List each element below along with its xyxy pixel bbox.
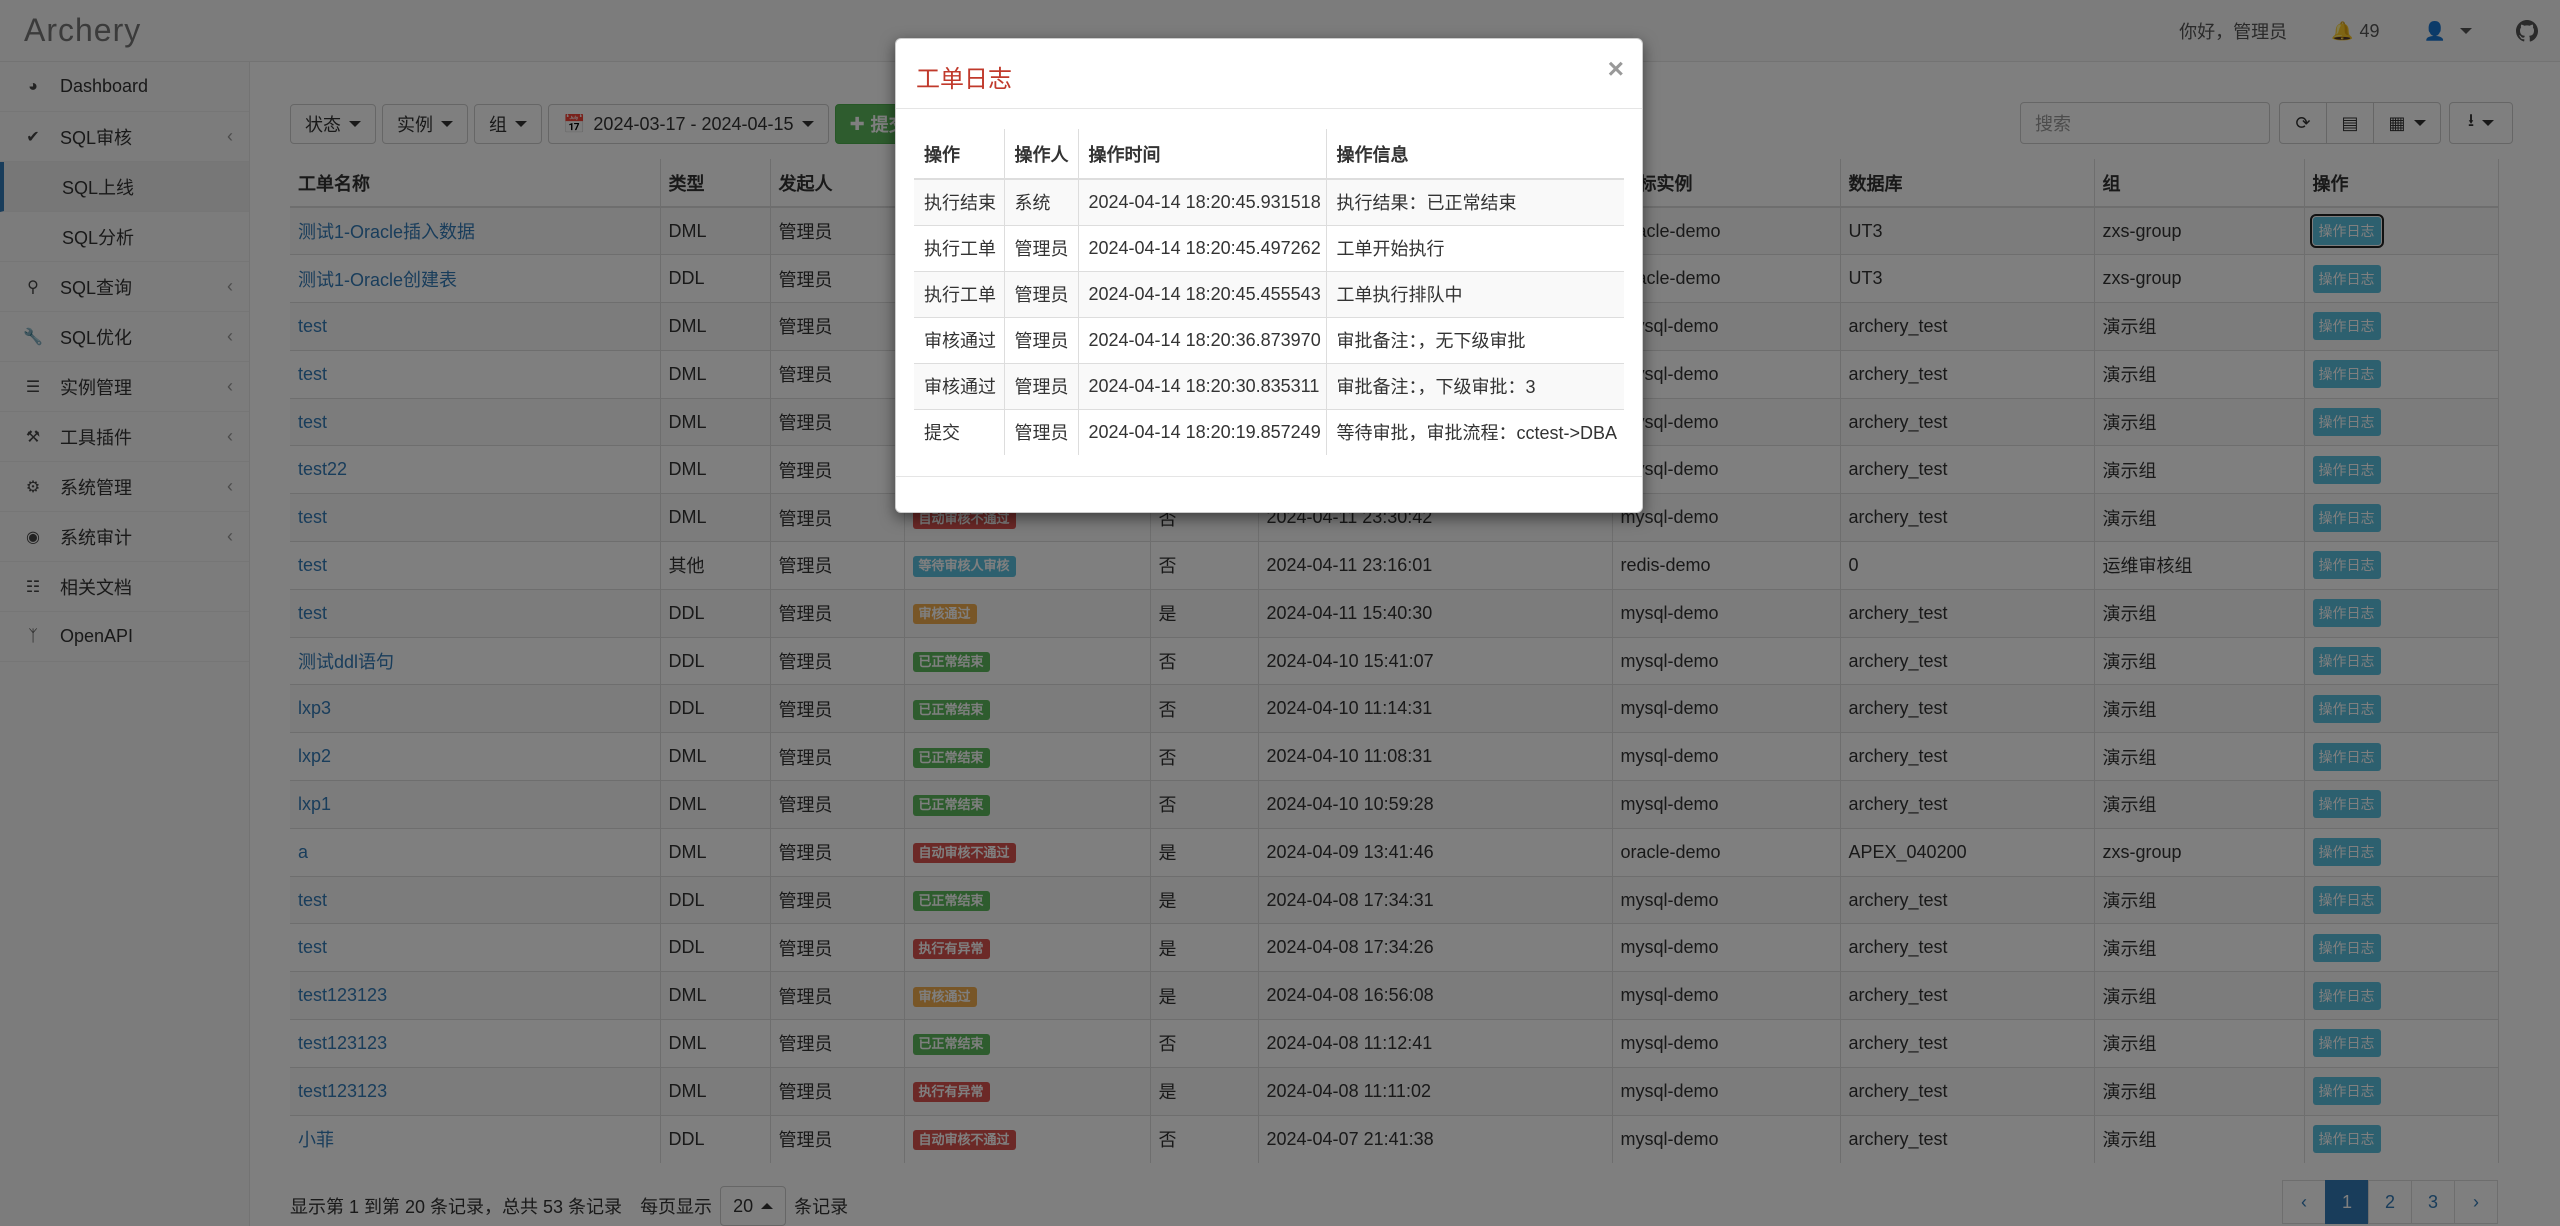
log-cell-info: 审批备注：，无下级审批 [1326, 317, 1624, 363]
modal-body: 操作操作人操作时间操作信息 执行结束系统2024-04-14 18:20:45.… [896, 109, 1642, 455]
log-column-header: 操作人 [1004, 129, 1078, 179]
log-cell-time: 2024-04-14 18:20:30.835311 [1078, 363, 1326, 409]
log-column-header: 操作 [914, 129, 1004, 179]
log-cell-info: 工单执行排队中 [1326, 271, 1624, 317]
modal-header: 工单日志 × [896, 39, 1642, 109]
log-cell-time: 2024-04-14 18:20:45.497262 [1078, 225, 1326, 271]
log-cell-who: 管理员 [1004, 271, 1078, 317]
log-row: 执行工单管理员2024-04-14 18:20:45.497262工单开始执行 [914, 225, 1624, 271]
log-cell-op: 审核通过 [914, 317, 1004, 363]
workflow-log-modal: 工单日志 × 操作操作人操作时间操作信息 执行结束系统2024-04-14 18… [895, 38, 1643, 513]
log-row: 审核通过管理员2024-04-14 18:20:36.873970审批备注：，无… [914, 317, 1624, 363]
log-cell-op: 审核通过 [914, 363, 1004, 409]
log-cell-who: 管理员 [1004, 225, 1078, 271]
log-cell-time: 2024-04-14 18:20:19.857249 [1078, 409, 1326, 455]
log-cell-info: 等待审批，审批流程：cctest->DBA [1326, 409, 1624, 455]
log-cell-op: 执行结束 [914, 179, 1004, 225]
log-cell-op: 执行工单 [914, 271, 1004, 317]
log-table: 操作操作人操作时间操作信息 执行结束系统2024-04-14 18:20:45.… [914, 129, 1624, 455]
log-cell-who: 管理员 [1004, 409, 1078, 455]
log-cell-info: 工单开始执行 [1326, 225, 1624, 271]
log-row: 审核通过管理员2024-04-14 18:20:30.835311审批备注：，下… [914, 363, 1624, 409]
log-cell-who: 系统 [1004, 179, 1078, 225]
log-row: 执行结束系统2024-04-14 18:20:45.931518执行结果：已正常… [914, 179, 1624, 225]
modal-footer [896, 476, 1642, 512]
log-cell-op: 执行工单 [914, 225, 1004, 271]
log-cell-time: 2024-04-14 18:20:45.455543 [1078, 271, 1326, 317]
log-cell-info: 审批备注：，下级审批：3 [1326, 363, 1624, 409]
log-cell-time: 2024-04-14 18:20:36.873970 [1078, 317, 1326, 363]
close-button[interactable]: × [1608, 53, 1624, 85]
log-column-header: 操作信息 [1326, 129, 1624, 179]
log-row: 提交管理员2024-04-14 18:20:19.857249等待审批，审批流程… [914, 409, 1624, 455]
log-cell-op: 提交 [914, 409, 1004, 455]
log-cell-time: 2024-04-14 18:20:45.931518 [1078, 179, 1326, 225]
log-cell-info: 执行结果：已正常结束 [1326, 179, 1624, 225]
modal-title: 工单日志 [916, 59, 1012, 94]
log-column-header: 操作时间 [1078, 129, 1326, 179]
log-cell-who: 管理员 [1004, 363, 1078, 409]
log-cell-who: 管理员 [1004, 317, 1078, 363]
log-header-row: 操作操作人操作时间操作信息 [914, 129, 1624, 179]
log-row: 执行工单管理员2024-04-14 18:20:45.455543工单执行排队中 [914, 271, 1624, 317]
